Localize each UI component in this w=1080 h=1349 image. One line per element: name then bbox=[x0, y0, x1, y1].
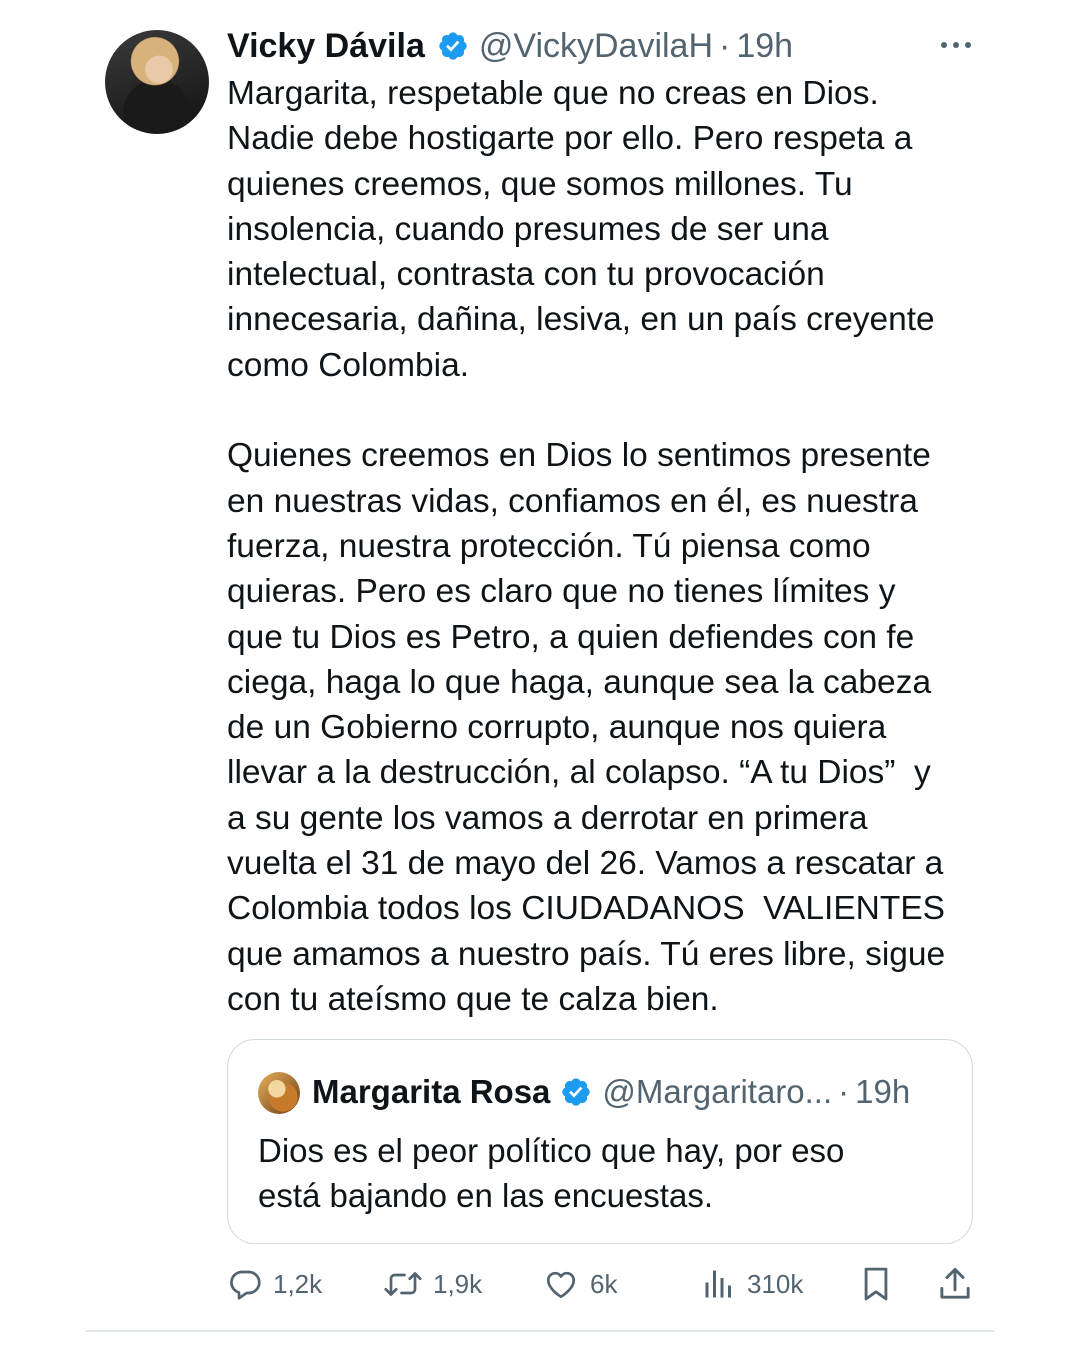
like-count: 6k bbox=[590, 1268, 618, 1299]
bookmark-icon bbox=[859, 1265, 893, 1303]
retweet-count: 1,9k bbox=[433, 1268, 483, 1299]
quoted-author-name: Margarita Rosa bbox=[312, 1073, 551, 1110]
author-avatar[interactable] bbox=[105, 30, 209, 134]
quoted-tweet-text: Dios es el peor político que hay, por es… bbox=[258, 1132, 845, 1214]
views-icon bbox=[701, 1266, 737, 1302]
reply-count: 1,2k bbox=[273, 1268, 323, 1299]
author-handle[interactable]: @VickyDavilaH bbox=[479, 27, 713, 66]
quoted-author-avatar bbox=[258, 1072, 300, 1114]
share-icon bbox=[937, 1265, 973, 1303]
author-name[interactable]: Vicky Dávila bbox=[227, 27, 425, 66]
action-bar: 1,2k 1,9k 6k 310k bbox=[227, 1258, 987, 1310]
more-icon[interactable] bbox=[938, 30, 974, 60]
tweet-time[interactable]: 19h bbox=[736, 27, 793, 66]
retweet-icon bbox=[383, 1266, 423, 1302]
views-button[interactable]: 310k bbox=[701, 1258, 803, 1310]
quoted-tweet[interactable]: Margarita Rosa @Margaritaro... · 19h Dio… bbox=[227, 1039, 973, 1244]
quoted-tweet-time: 19h bbox=[855, 1073, 911, 1110]
like-button[interactable]: 6k bbox=[542, 1258, 617, 1310]
separator-dot: · bbox=[719, 26, 731, 65]
reply-button[interactable]: 1,2k bbox=[227, 1258, 322, 1310]
quoted-tweet-header: Margarita Rosa @Margaritaro... · 19h bbox=[312, 1070, 910, 1114]
heart-icon bbox=[542, 1266, 580, 1302]
separator-dot: · bbox=[838, 1073, 850, 1110]
views-count: 310k bbox=[747, 1268, 804, 1299]
share-button[interactable] bbox=[937, 1258, 973, 1310]
reply-icon bbox=[227, 1266, 263, 1302]
tweet-header: Vicky Dávila @VickyDavilaH · 19h bbox=[227, 24, 793, 68]
verified-badge-icon bbox=[437, 30, 469, 62]
verified-badge-icon bbox=[560, 1076, 592, 1108]
bookmark-button[interactable] bbox=[859, 1258, 893, 1310]
tweet-text: Margarita, respetable que no creas en Di… bbox=[227, 75, 946, 1018]
quoted-author-handle: @Margaritaro... bbox=[602, 1073, 833, 1110]
divider bbox=[85, 1330, 995, 1332]
retweet-button[interactable]: 1,9k bbox=[383, 1258, 482, 1310]
